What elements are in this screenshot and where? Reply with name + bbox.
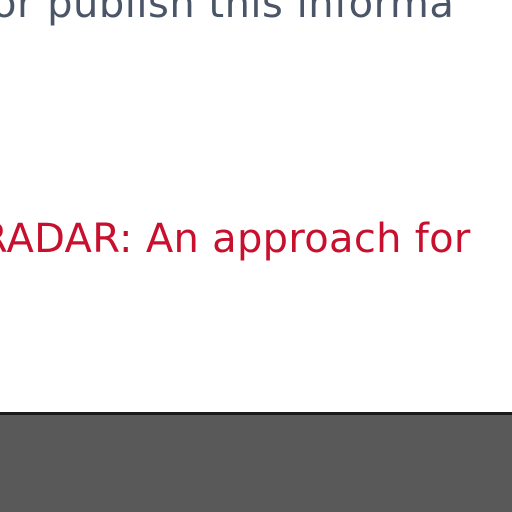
page-footer — [0, 415, 512, 512]
page-content: or publish this informa RADAR: An approa… — [0, 0, 512, 413]
browser-viewport: or publish this informa RADAR: An approa… — [0, 0, 512, 512]
body-text-line: or publish this informa — [0, 0, 455, 27]
paper-title-link[interactable]: RADAR: An approach for — [0, 215, 471, 263]
